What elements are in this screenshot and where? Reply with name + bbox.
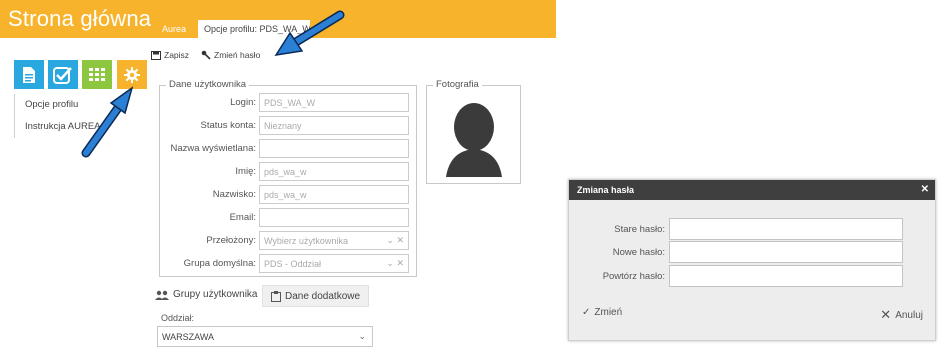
repeat-password-field[interactable] [669,265,903,287]
default-group-select[interactable]: PDS - Oddział ⌄ ✕ [259,254,409,273]
gear-icon [124,66,140,83]
confirm-change-label: Zmień [594,307,623,318]
change-password-button[interactable]: Zmień hasło [201,50,260,60]
tab-aurea[interactable]: Aurea [156,20,192,38]
users-icon [155,290,169,300]
additional-data-button[interactable]: Dane dodatkowe [262,285,370,307]
photo-fieldset: Fotografia [426,79,521,184]
save-button[interactable]: Zapisz [151,50,189,60]
confirm-change-button[interactable]: ✓ Zmień [582,307,622,318]
dialog-header: Zmiana hasła ✕ [569,180,935,200]
sidebar: Opcje profilu Instrukcja AUREA [14,94,134,138]
supervisor-placeholder: Wybierz użytkownika [264,235,348,246]
email-label: Email: [229,212,256,223]
checkmark-icon: ✓ [582,307,591,318]
user-groups-label: Grupy użytkownika [173,289,258,300]
account-status-field[interactable]: Nieznany [259,116,409,135]
grid-icon [89,67,105,81]
additional-data-label: Dane dodatkowe [285,290,361,302]
last-name-field[interactable]: pds_wa_w [259,185,409,204]
old-password-label: Stare hasło: [614,223,665,235]
first-name-field[interactable]: pds_wa_w [259,162,409,181]
checkmark-icon [53,66,72,84]
old-password-field[interactable] [669,218,903,240]
avatar [446,103,502,177]
sidebar-item-aurea-manual[interactable]: Instrukcja AUREA [15,116,134,138]
account-status-label: Status konta: [200,120,256,131]
branch-label: Oddział: [161,313,195,323]
cancel-button[interactable]: ✕ Anuluj [880,307,923,323]
default-group-label: Grupa domyślna: [183,258,256,269]
default-group-value: PDS - Oddział [264,258,322,269]
display-name-row: Nazwa wyświetlana: [160,139,409,158]
display-name-label: Nazwa wyświetlana: [170,143,256,154]
photo-legend: Fotografia [433,79,482,90]
account-status-row: Status konta: Nieznany [160,116,409,135]
new-password-field[interactable] [669,241,903,263]
tab-profile-options[interactable]: Opcje profilu: PDS_WA_W [198,20,310,38]
document-icon [23,66,35,83]
tasks-tile[interactable] [48,60,78,89]
repeat-password-row: Powtórz hasło: [569,265,903,287]
key-icon [201,50,211,60]
save-label: Zapisz [164,50,190,60]
login-field[interactable]: PDS_WA_W [259,93,409,112]
login-row: Login: PDS_WA_W [160,93,409,112]
user-data-legend: Dane użytkownika [166,79,250,90]
email-row: Email: [160,208,409,227]
user-groups-button[interactable]: Grupy użytkownika [155,289,257,300]
change-password-label: Zmień hasło [214,50,261,60]
save-icon [151,50,161,60]
cancel-label: Anuluj [895,309,923,321]
dialog-title: Zmiana hasła [577,185,635,195]
settings-tile[interactable] [117,60,147,89]
first-name-row: Imię: pds_wa_w [160,162,409,181]
close-icon: ✕ [880,307,892,322]
chevron-down-icon: ⌄ [358,331,366,341]
supervisor-row: Przełożony: Wybierz użytkownika ⌄ ✕ [160,231,409,250]
supervisor-select[interactable]: Wybierz użytkownika ⌄ ✕ [259,231,409,250]
default-group-row: Grupa domyślna: PDS - Oddział ⌄ ✕ [160,254,409,273]
repeat-password-label: Powtórz hasło: [602,270,665,282]
last-name-label: Nazwisko: [212,189,256,200]
documents-tile[interactable] [14,60,44,89]
clipboard-icon [271,290,281,302]
display-name-field[interactable] [259,139,409,158]
change-password-dialog: Zmiana hasła ✕ Stare hasło: Nowe hasło: … [568,179,936,341]
sidebar-item-profile-options[interactable]: Opcje profilu [15,94,134,116]
supervisor-label: Przełożony: [206,235,256,246]
email-field[interactable] [259,208,409,227]
new-password-row: Nowe hasło: [569,241,903,263]
page-title: Strona główna [8,6,152,31]
chevron-clear-icons: ⌄ ✕ [386,258,404,268]
grid-tile[interactable] [82,60,112,89]
last-name-row: Nazwisko: pds_wa_w [160,185,409,204]
old-password-row: Stare hasło: [569,218,903,240]
login-label: Login: [230,97,256,108]
close-icon[interactable]: ✕ [921,180,929,200]
branch-select[interactable]: WARSZAWA ⌄ [157,326,373,347]
new-password-label: Nowe hasło: [612,246,665,258]
branch-value: WARSZAWA [162,331,214,342]
first-name-label: Imię: [235,166,256,177]
user-data-fieldset: Dane użytkownika Login: PDS_WA_W Status … [159,79,417,277]
chevron-clear-icons: ⌄ ✕ [386,235,404,245]
